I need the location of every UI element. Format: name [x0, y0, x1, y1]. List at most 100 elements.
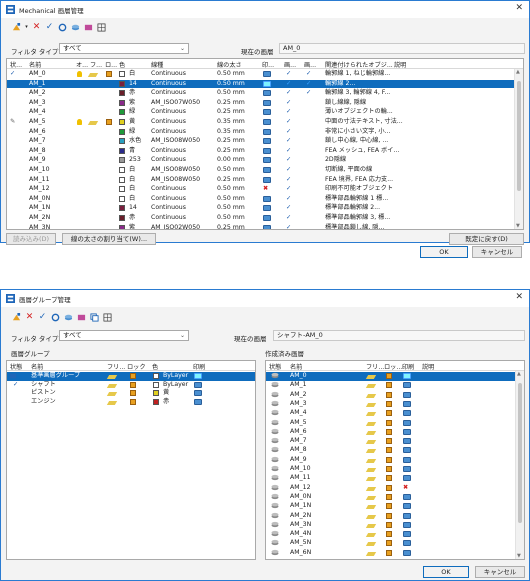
col-status[interactable]: 状態	[269, 362, 281, 371]
freeze-sun-icon[interactable]	[106, 389, 118, 398]
check-icon[interactable]: ✓	[286, 70, 291, 79]
plot-icon[interactable]	[263, 147, 271, 157]
plot-icon[interactable]	[403, 381, 411, 391]
freeze-sun-icon[interactable]	[106, 381, 118, 390]
plot-icon[interactable]	[263, 214, 271, 224]
check-icon[interactable]: ✓	[10, 70, 15, 79]
check-icon[interactable]: ✓	[286, 137, 291, 146]
copy-group-icon[interactable]	[89, 312, 100, 323]
grid-view-icon[interactable]	[102, 312, 113, 323]
col-on[interactable]: オ...	[76, 60, 88, 69]
col-name[interactable]: 名前	[29, 60, 41, 69]
plot-icon[interactable]	[403, 409, 411, 419]
color-swatch[interactable]	[119, 186, 125, 193]
table-row[interactable]: AM_6 緑 Continuous 0.35 mm ✓ 非常に小さい文字, 小...	[7, 128, 514, 137]
table-row[interactable]: AM_4N	[266, 530, 515, 539]
freeze-sun-icon[interactable]	[365, 381, 377, 390]
lock-icon[interactable]	[386, 539, 392, 549]
freeze-sun-icon[interactable]	[365, 465, 377, 474]
table-row[interactable]: AM_5N	[266, 539, 515, 548]
check-icon[interactable]: ✓	[286, 166, 291, 175]
freeze-sun-icon[interactable]	[87, 118, 99, 127]
color-swatch[interactable]	[119, 71, 125, 77]
col-description[interactable]: 説明	[394, 60, 406, 69]
on-bulb-icon[interactable]	[77, 70, 82, 80]
check-icon[interactable]: ✓	[286, 80, 291, 89]
table-row[interactable]: AM_11 白 AM_ISO08W050 0.25 mm ✓ FEA 境界, FEA 応力…	[7, 176, 514, 185]
list-item[interactable]: 基準画層グループ ByLayer	[7, 372, 255, 381]
check-icon[interactable]: ✓	[286, 185, 291, 194]
scroll-up-icon[interactable]: ▲	[516, 69, 520, 75]
table-row[interactable]: AM_11	[266, 474, 515, 483]
table-row[interactable]: AM_1N 14 Continuous 0.50 mm ✓ 標準部品輪郭線 2...	[7, 204, 514, 213]
check-icon[interactable]: ✓	[286, 147, 291, 156]
lock-icon[interactable]	[386, 419, 392, 429]
freeze-sun-icon[interactable]	[365, 493, 377, 502]
color-swatch[interactable]	[119, 99, 125, 106]
on-bulb-icon[interactable]	[77, 118, 82, 128]
table-row[interactable]: AM_3 紫 AM_ISO07W050 0.25 mm ✓ 鎖し線線, 隠線	[7, 99, 514, 108]
freeze-sun-icon[interactable]	[106, 372, 118, 381]
color-swatch[interactable]	[119, 138, 125, 145]
col-freeze[interactable]: フ...	[90, 60, 102, 69]
plot-icon[interactable]	[194, 398, 202, 408]
refresh-icon[interactable]	[57, 22, 68, 33]
freeze-sun-icon[interactable]	[106, 398, 118, 407]
col-color[interactable]: 色	[152, 362, 158, 371]
table-row[interactable]: AM_4	[266, 409, 515, 418]
col-plot[interactable]: 印刷	[193, 362, 205, 371]
table-row[interactable]: AM_0	[266, 372, 515, 381]
list-item[interactable]: ピストン 黄	[7, 389, 255, 398]
plot-icon[interactable]	[263, 204, 271, 214]
set-current-icon[interactable]: ✓	[44, 22, 55, 33]
lock-icon[interactable]	[386, 437, 392, 447]
plot-icon[interactable]	[403, 474, 411, 484]
table-row[interactable]: AM_12 白 Continuous 0.50 mm ✖ ✓ 印刷不可能オブジェクト	[7, 185, 514, 194]
check-icon[interactable]: ✓	[286, 224, 291, 229]
plot-icon[interactable]	[263, 137, 271, 147]
lock-icon[interactable]	[386, 502, 392, 512]
color-swatch[interactable]	[119, 80, 125, 87]
plot-icon[interactable]	[403, 400, 411, 410]
check-icon[interactable]: ✓	[306, 70, 311, 79]
plot-icon[interactable]	[403, 530, 411, 540]
check-icon[interactable]: ✓	[286, 108, 291, 117]
table-row[interactable]: AM_8 青 Continuous 0.25 mm ✓ FEA メッシュ, FEA ボイ.…	[7, 147, 514, 156]
lock-icon[interactable]	[386, 409, 392, 419]
plot-icon[interactable]	[403, 456, 411, 466]
scroll-up-icon[interactable]: ▲	[517, 371, 521, 377]
col-plot[interactable]: 印...	[262, 60, 274, 69]
check-icon[interactable]: ✓	[286, 176, 291, 185]
table-row[interactable]: AM_2 赤 Continuous 0.50 mm ✓ ✓ 輪郭線 3, 輪郭線 4, F.…	[7, 89, 514, 98]
lock-icon[interactable]	[386, 391, 392, 401]
layer-states-icon[interactable]	[63, 312, 74, 323]
table-row[interactable]: AM_1 14 Continuous 0.50 mm ✓ ✓ 輪郭線 2...	[7, 79, 514, 89]
table-row[interactable]: AM_1N	[266, 502, 515, 511]
filter-type-select-2[interactable]: すべて ⌄	[59, 330, 189, 341]
lock-icon[interactable]	[386, 474, 392, 484]
created-layer-scrollbar[interactable]: ▲ ▼	[515, 371, 524, 559]
new-layer-icon[interactable]	[11, 312, 22, 323]
lock-icon[interactable]	[386, 530, 392, 540]
plot-icon[interactable]	[403, 437, 411, 447]
check-icon[interactable]: ✓	[286, 214, 291, 223]
no-plot-icon[interactable]: ✖	[403, 484, 408, 493]
lock-icon[interactable]	[386, 400, 392, 410]
plot-icon[interactable]	[263, 176, 271, 186]
color-swatch[interactable]	[119, 176, 125, 183]
lock-icon[interactable]	[386, 381, 392, 391]
color-swatch[interactable]	[119, 205, 125, 212]
freeze-sun-icon[interactable]	[365, 539, 377, 548]
layer-group-icon[interactable]	[83, 22, 94, 33]
col-plot[interactable]: 印刷	[402, 362, 414, 371]
freeze-sun-icon[interactable]	[365, 428, 377, 437]
freeze-sun-icon[interactable]	[365, 391, 377, 400]
table-row[interactable]: AM_6N	[266, 549, 515, 558]
col-freeze[interactable]: フリ...	[366, 362, 384, 371]
table-row[interactable]: AM_2N	[266, 512, 515, 521]
list-item[interactable]: ✓ シャフト ByLayer	[7, 381, 255, 390]
col-status[interactable]: 状態	[10, 362, 22, 371]
table-row[interactable]: AM_8	[266, 446, 515, 455]
new-layer-icon[interactable]	[11, 22, 22, 33]
scroll-down-icon[interactable]: ▼	[516, 223, 520, 229]
